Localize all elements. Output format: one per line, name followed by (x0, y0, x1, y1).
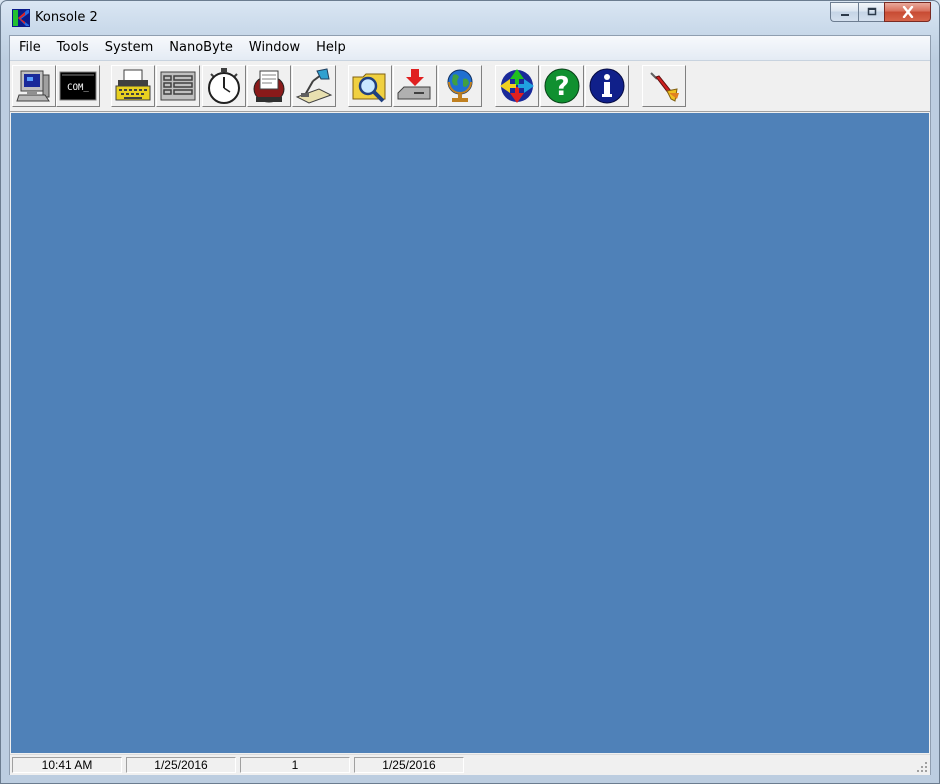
status-date-2: 1/25/2016 (354, 757, 464, 773)
status-bar: 10:41 AM 1/25/2016 1 1/25/2016 (10, 754, 930, 775)
globe-button[interactable] (438, 65, 482, 107)
typewriter-icon (115, 69, 151, 101)
help-button[interactable]: ? (540, 65, 584, 107)
dart-icon (650, 72, 679, 102)
download-button[interactable] (393, 65, 437, 107)
folder-search-icon (352, 73, 386, 103)
window-title: Konsole 2 (35, 10, 98, 25)
maximize-icon (867, 7, 876, 16)
drafting-lamp-button[interactable] (292, 65, 336, 107)
stopwatch-icon (208, 68, 240, 104)
menu-bar: File Tools System NanoByte Window Help (10, 36, 930, 61)
computer-button[interactable] (12, 65, 56, 107)
status-count: 1 (240, 757, 350, 773)
list-button[interactable] (156, 65, 200, 107)
svg-text:?: ? (554, 72, 569, 102)
com-terminal-label: COM_ (67, 83, 89, 93)
menu-window[interactable]: Window (241, 37, 308, 59)
com-terminal-button[interactable]: COM_ (56, 65, 100, 107)
menu-system[interactable]: System (97, 37, 161, 59)
minimize-button[interactable] (830, 2, 858, 22)
resize-grip-icon[interactable] (916, 761, 928, 773)
info-button[interactable] (585, 65, 629, 107)
close-icon (902, 6, 913, 18)
menu-nanobyte[interactable]: NanoByte (161, 37, 241, 59)
minimize-icon (840, 14, 849, 16)
status-time: 10:41 AM (12, 757, 122, 773)
toolbar: COM_ ? (10, 61, 930, 112)
dart-button[interactable] (642, 65, 686, 107)
menu-help[interactable]: Help (308, 37, 354, 59)
typewriter-button[interactable] (111, 65, 155, 107)
transfer-arrows-icon (500, 69, 534, 103)
close-button[interactable] (884, 2, 931, 22)
stopwatch-button[interactable] (202, 65, 246, 107)
mdi-workspace[interactable] (11, 113, 929, 753)
maximize-button[interactable] (858, 2, 884, 22)
rolodex-icon (253, 70, 285, 103)
menu-file[interactable]: File (10, 37, 49, 59)
rolodex-button[interactable] (247, 65, 291, 107)
caption-buttons (830, 2, 931, 22)
title-bar[interactable]: Konsole 2 (1, 1, 939, 35)
globe-icon (447, 69, 473, 102)
download-icon (397, 69, 431, 100)
main-window: Konsole 2 File Tools System NanoByte Win… (0, 0, 940, 784)
help-icon: ? (544, 68, 580, 104)
computer-icon (16, 70, 50, 102)
info-icon (589, 68, 625, 104)
client-area: File Tools System NanoByte Window Help C… (9, 35, 931, 775)
transfer-button[interactable] (495, 65, 539, 107)
drafting-lamp-icon (295, 68, 333, 104)
status-date: 1/25/2016 (126, 757, 236, 773)
konsole-app-icon[interactable] (12, 9, 30, 27)
com-terminal-icon: COM_ (59, 71, 97, 101)
folder-search-button[interactable] (348, 65, 392, 107)
list-icon (160, 71, 196, 101)
menu-tools[interactable]: Tools (49, 37, 97, 59)
